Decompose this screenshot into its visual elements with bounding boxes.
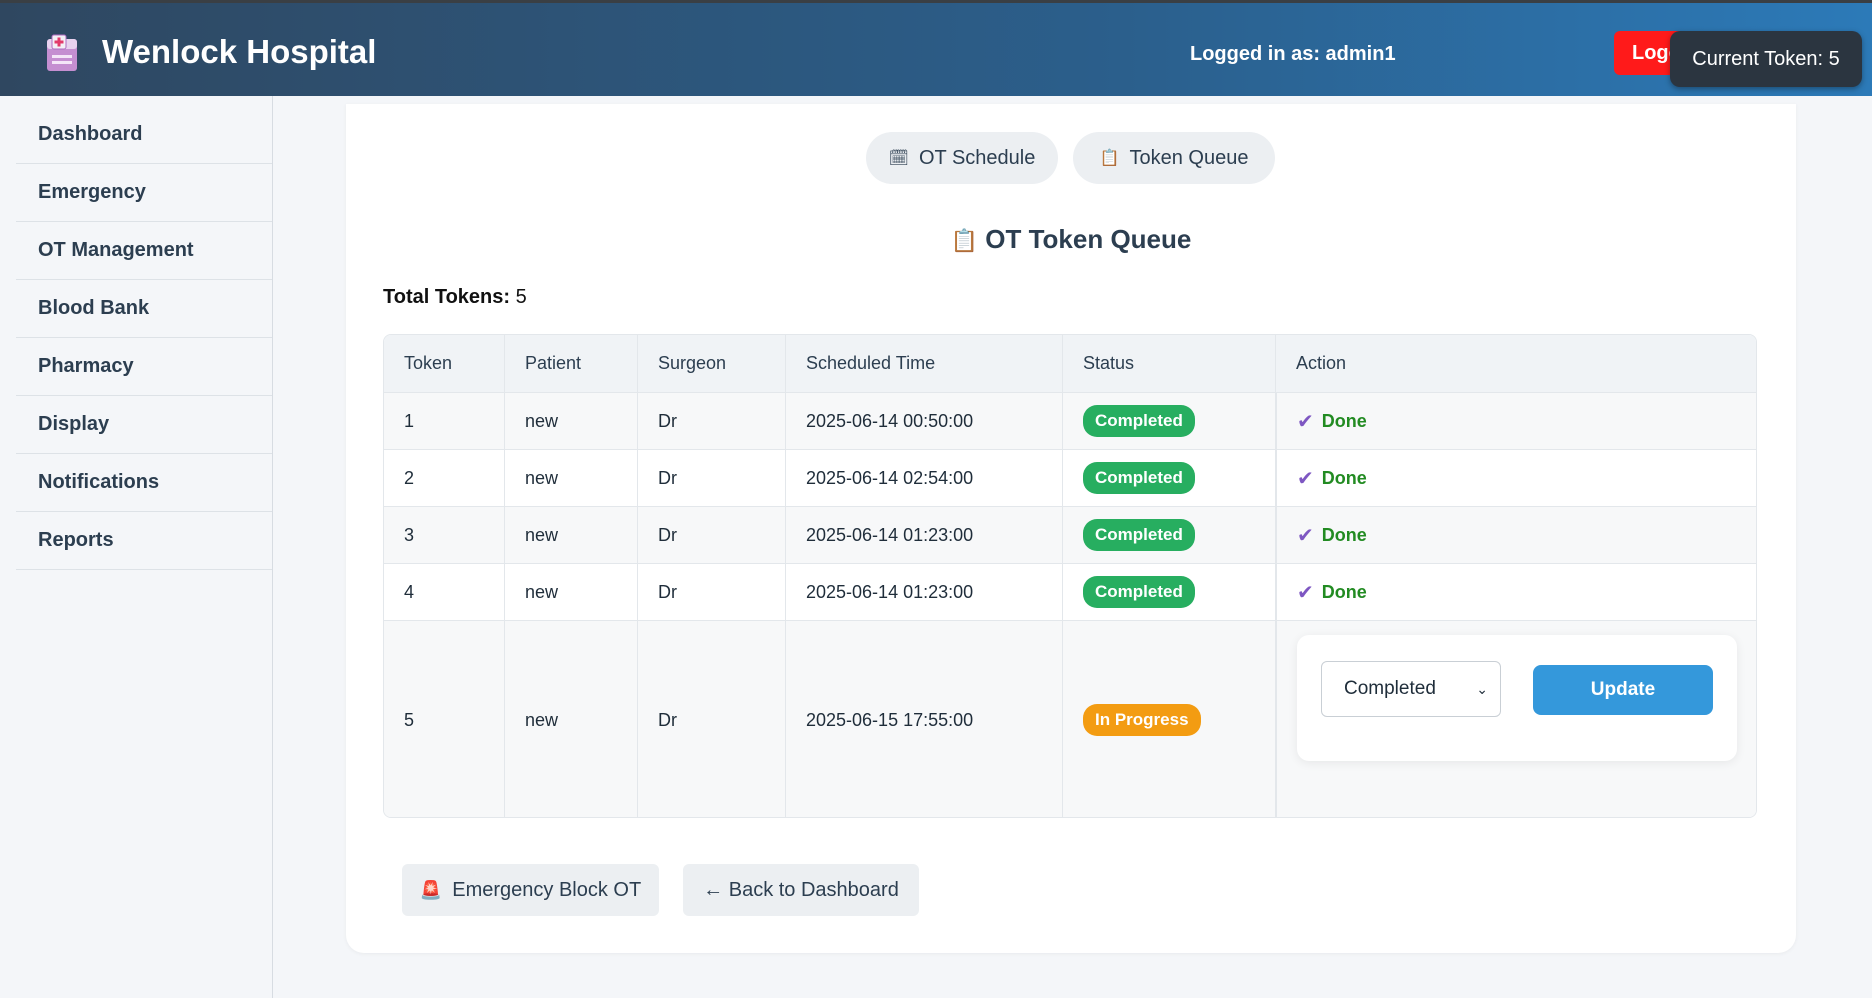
tab-ot-schedule[interactable]: 🗓 OT Schedule <box>866 132 1058 184</box>
status-badge: Completed <box>1083 519 1195 551</box>
done-indicator: ✔ Done <box>1297 524 1367 547</box>
page-title: 📋 OT Token Queue <box>950 224 1192 254</box>
column-header-surgeon: Surgeon <box>638 335 786 392</box>
table-row: 4 new Dr 2025-06-14 01:23:00 Completed ✔… <box>384 563 1756 620</box>
emergency-block-ot-button[interactable]: 🚨 Emergency Block OT <box>402 864 659 916</box>
done-indicator: ✔ Done <box>1297 467 1367 490</box>
calendar-icon: 🗓 <box>888 150 909 167</box>
table-row: 1 new Dr 2025-06-14 00:50:00 Completed ✔… <box>384 392 1756 449</box>
top-header: Wenlock Hospital Logged in as: admin1 Lo… <box>0 0 1872 96</box>
scheduled-time-cell: 2025-06-14 00:50:00 <box>786 393 1063 449</box>
brand-title: Wenlock Hospital <box>102 33 377 70</box>
status-cell: Completed <box>1063 507 1276 563</box>
sidebar-item-emergency[interactable]: Emergency <box>16 164 272 222</box>
action-cell: ✔ Done <box>1276 564 1756 620</box>
surgeon-cell: Dr <box>638 450 786 506</box>
token-cell: 1 <box>384 393 505 449</box>
sidebar-item-dashboard[interactable]: Dashboard <box>16 106 272 164</box>
tab-token-queue[interactable]: 📋 Token Queue <box>1073 132 1275 184</box>
emergency-block-ot-label: Emergency Block OT <box>452 878 642 901</box>
action-cell: ✔ Done <box>1276 450 1756 506</box>
surgeon-cell: Dr <box>638 564 786 620</box>
status-badge: Completed <box>1083 405 1195 437</box>
checkmark-icon: ✔ <box>1297 581 1314 604</box>
update-button[interactable]: Update <box>1533 665 1713 715</box>
chevron-down-icon: ⌄ <box>1476 680 1488 697</box>
tab-label: OT Schedule <box>918 146 1036 169</box>
status-cell: Completed <box>1063 450 1276 506</box>
column-header-status: Status <box>1063 335 1276 392</box>
patient-cell: new <box>505 564 638 620</box>
scheduled-time-cell: 2025-06-14 02:54:00 <box>786 450 1063 506</box>
sidebar-item-reports[interactable]: Reports <box>16 512 272 570</box>
checkmark-icon: ✔ <box>1297 410 1314 433</box>
sidebar-item-pharmacy[interactable]: Pharmacy <box>16 338 272 396</box>
tab-label: Token Queue <box>1129 146 1249 169</box>
logged-in-user: Logged in as: admin1 <box>1190 43 1396 65</box>
total-tokens: Total Tokens: 5 <box>383 286 527 309</box>
patient-cell: new <box>505 621 638 817</box>
status-cell: Completed <box>1063 393 1276 449</box>
status-cell: In Progress <box>1063 621 1276 817</box>
column-header-action: Action <box>1296 353 1347 373</box>
status-cell: Completed <box>1063 564 1276 620</box>
siren-icon: 🚨 <box>419 879 443 900</box>
clipboard-icon: 📋 <box>1099 150 1120 167</box>
sidebar-item-blood-bank[interactable]: Blood Bank <box>16 280 272 338</box>
action-cell: Completed ⌄ Update <box>1276 621 1756 817</box>
surgeon-cell: Dr <box>638 621 786 817</box>
sidebar-item-ot-management[interactable]: OT Management <box>16 222 272 280</box>
scheduled-time-cell: 2025-06-14 01:23:00 <box>786 564 1063 620</box>
sidebar-item-notifications[interactable]: Notifications <box>16 454 272 512</box>
status-badge: Completed <box>1083 462 1195 494</box>
checkmark-icon: ✔ <box>1297 524 1314 547</box>
status-update-form: Completed ⌄ Update <box>1297 635 1737 761</box>
token-cell: 5 <box>384 621 505 817</box>
status-select[interactable]: Completed ⌄ <box>1321 661 1501 717</box>
table-row: 3 new Dr 2025-06-14 01:23:00 Completed ✔… <box>384 506 1756 563</box>
sidebar-item-display[interactable]: Display <box>16 396 272 454</box>
total-tokens-value: 5 <box>515 286 527 308</box>
patient-cell: new <box>505 507 638 563</box>
sidebar: Dashboard Emergency OT Management Blood … <box>0 96 273 998</box>
table-header-row: Token Patient Surgeon Scheduled Time Sta… <box>384 335 1756 392</box>
status-badge: Completed <box>1083 576 1195 608</box>
main-card: 🗓 OT Schedule 📋 Token Queue 📋 OT Token Q… <box>346 104 1796 953</box>
column-header-patient: Patient <box>505 335 638 392</box>
status-badge: In Progress <box>1083 704 1201 736</box>
status-select-value: Completed <box>1344 678 1436 699</box>
token-cell: 4 <box>384 564 505 620</box>
table-row: 5 new Dr 2025-06-15 17:55:00 In Progress… <box>384 620 1756 817</box>
surgeon-cell: Dr <box>638 393 786 449</box>
done-indicator: ✔ Done <box>1297 410 1367 433</box>
token-queue-table: Token Patient Surgeon Scheduled Time Sta… <box>383 334 1757 818</box>
token-cell: 2 <box>384 450 505 506</box>
table-row: 2 new Dr 2025-06-14 02:54:00 Completed ✔… <box>384 449 1756 506</box>
patient-cell: new <box>505 393 638 449</box>
scheduled-time-cell: 2025-06-14 01:23:00 <box>786 507 1063 563</box>
clipboard-icon: 📋 <box>950 228 979 253</box>
total-tokens-label: Total Tokens: <box>383 286 511 308</box>
patient-cell: new <box>505 450 638 506</box>
back-to-dashboard-button[interactable]: ← Back to Dashboard <box>683 864 919 916</box>
action-cell: ✔ Done <box>1276 393 1756 449</box>
checkmark-icon: ✔ <box>1297 467 1314 490</box>
surgeon-cell: Dr <box>638 507 786 563</box>
done-indicator: ✔ Done <box>1297 581 1367 604</box>
column-header-token: Token <box>384 335 505 392</box>
action-cell: ✔ Done <box>1276 507 1756 563</box>
hospital-icon <box>47 34 77 71</box>
token-cell: 3 <box>384 507 505 563</box>
scheduled-time-cell: 2025-06-15 17:55:00 <box>786 621 1063 817</box>
current-token-indicator: Current Token: 5 <box>1670 31 1862 87</box>
column-header-scheduled-time: Scheduled Time <box>786 335 1063 392</box>
